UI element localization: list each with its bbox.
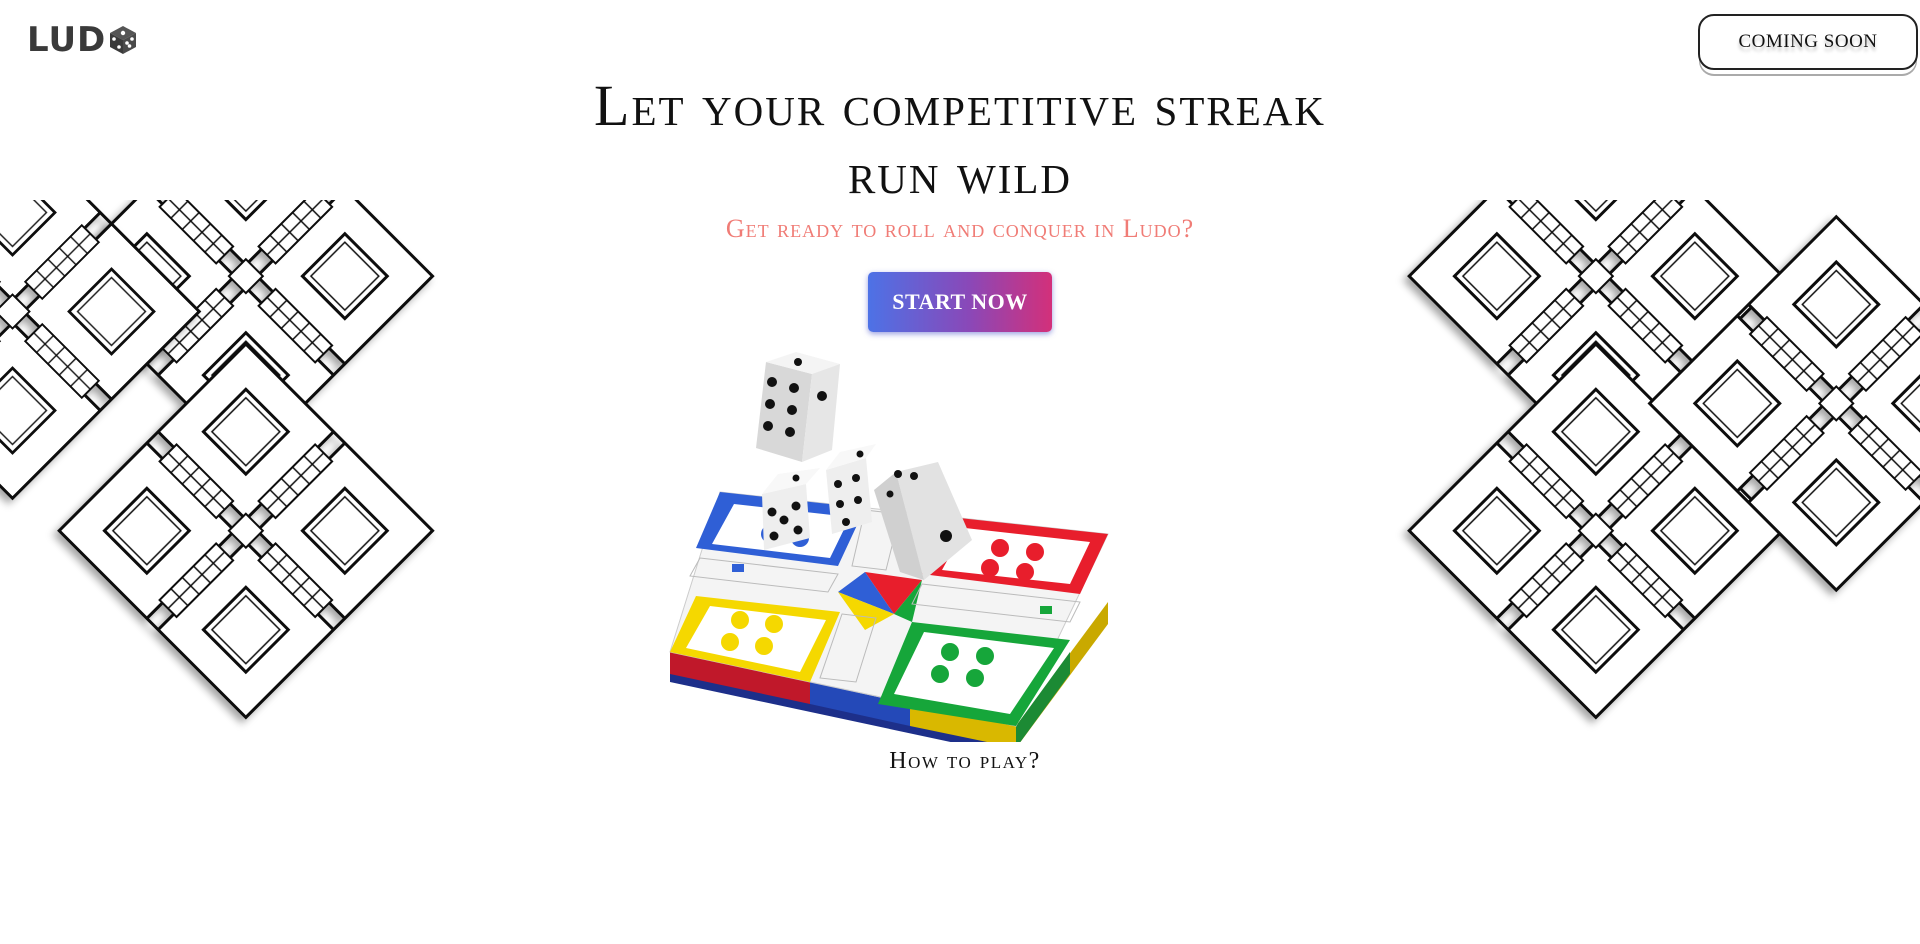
title-line-1: Let your competitive streak bbox=[594, 73, 1326, 138]
logo-text: LUD bbox=[27, 20, 107, 60]
dice-icon bbox=[110, 26, 137, 54]
title-line-2: run wild bbox=[847, 141, 1073, 206]
die-middle bbox=[826, 444, 876, 534]
die-top bbox=[756, 352, 840, 462]
page-title: Let your competitive streak run wild bbox=[0, 72, 1920, 208]
logo[interactable]: LUD bbox=[27, 20, 137, 60]
start-now-button[interactable]: START NOW bbox=[868, 272, 1052, 332]
ludo-board-illustration bbox=[669, 352, 1109, 742]
how-to-play-link[interactable]: How to play? bbox=[0, 748, 1920, 775]
landing-page: LUD COMING SOON Let your competitive str… bbox=[0, 0, 1920, 944]
left-board-pattern bbox=[0, 200, 640, 760]
right-board-pattern bbox=[1290, 200, 1920, 760]
subtitle: Get ready to roll and conquer in Ludo? bbox=[725, 214, 1195, 243]
coming-soon-button[interactable]: COMING SOON bbox=[1698, 14, 1918, 70]
